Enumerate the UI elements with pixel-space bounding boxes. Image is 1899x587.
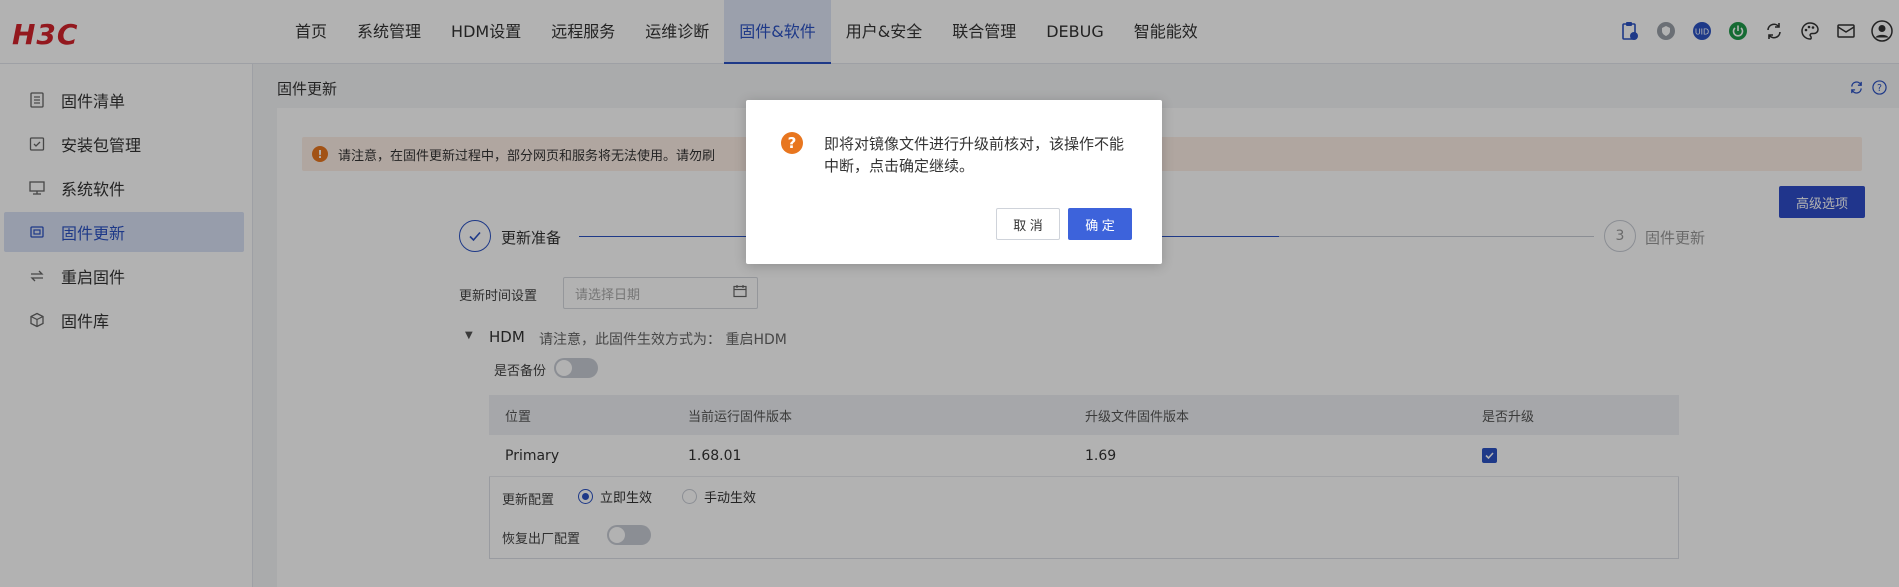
confirm-button[interactable]: 确 定 [1068,208,1132,240]
modal-overlay [0,0,1899,587]
cancel-button[interactable]: 取 消 [996,208,1060,240]
question-icon: ? [781,132,803,154]
dialog-message: 即将对镜像文件进行升级前核对，该操作不能中断，点击确定继续。 [824,135,1125,175]
confirm-dialog: ? 即将对镜像文件进行升级前核对，该操作不能中断，点击确定继续。 取 消 确 定 [746,100,1162,264]
